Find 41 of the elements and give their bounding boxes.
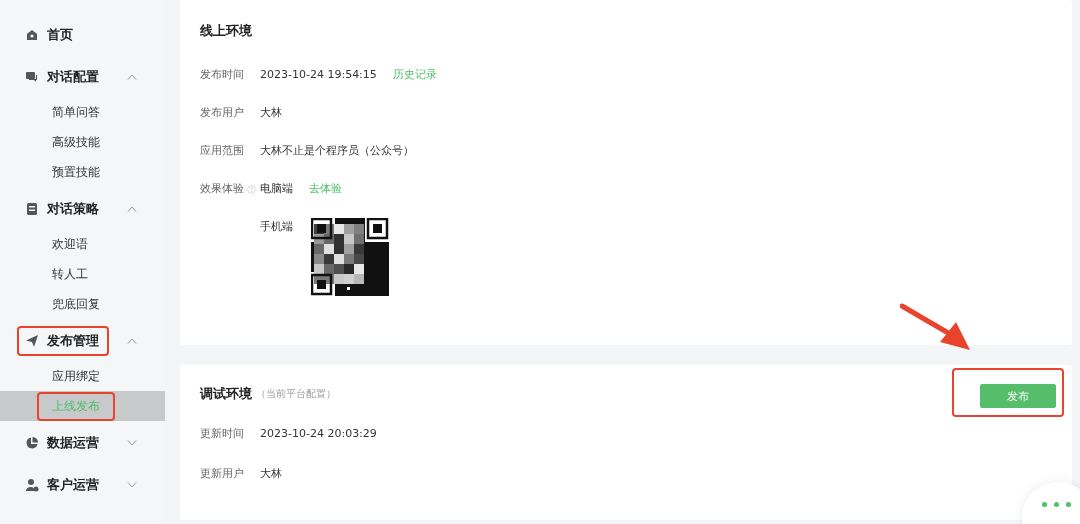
menu-group[interactable]: 对话策略 [17,194,109,224]
menu-item[interactable]: 简单问答 [37,97,115,127]
chevron-icon[interactable] [127,338,137,344]
menu-icon [25,334,39,348]
menu-icon [25,70,39,84]
menu-icon [25,478,39,492]
menu-group[interactable]: 数据运营 [17,428,109,458]
menu-group[interactable]: 客户运营 [17,470,109,500]
field-value: 手机端 [260,219,293,235]
menu-item[interactable]: 欢迎语 [37,229,103,259]
field-value: 电脑端 [260,181,293,197]
field-value: 大林不止是个程序员（公众号） [260,143,414,159]
field-label: 应用范围 [200,143,244,159]
menu-item[interactable]: 转人工 [37,259,103,289]
field-label: 发布时间 [200,67,244,83]
menu-item[interactable]: 应用绑定 [37,361,115,391]
field-label: 效果体验 [200,181,244,197]
chevron-icon[interactable] [127,440,137,446]
menu-icon [25,436,39,450]
field-value: 大林 [260,105,282,121]
field-value: 2023-10-24 20:03:29 [260,426,377,442]
menu-group[interactable]: 对话配置 [17,62,109,92]
menu-icon [25,28,39,42]
field-value: 2023-10-24 19:54:15 [260,67,377,83]
menu-icon [25,202,39,216]
menu-item[interactable]: 高级技能 [37,127,115,157]
chevron-icon[interactable] [127,206,137,212]
menu-group[interactable]: 首页 [17,20,83,50]
field-label: 更新时间 [200,426,244,442]
chevron-icon[interactable] [127,74,137,80]
section-title: 线上环境 [200,22,252,40]
section-title: 调试环境 [200,385,252,403]
field-label: 发布用户 [200,105,244,121]
menu-item[interactable]: 兜底回复 [37,289,115,319]
field-value: 大林 [260,466,282,482]
field-label: 更新用户 [200,466,244,482]
menu-group[interactable]: 发布管理 [17,326,109,356]
arrow-annotation [900,302,972,352]
menu-item[interactable]: 预置技能 [37,157,115,187]
section-subtitle: （当前平台配置） [256,387,336,401]
chevron-icon[interactable] [127,482,137,488]
